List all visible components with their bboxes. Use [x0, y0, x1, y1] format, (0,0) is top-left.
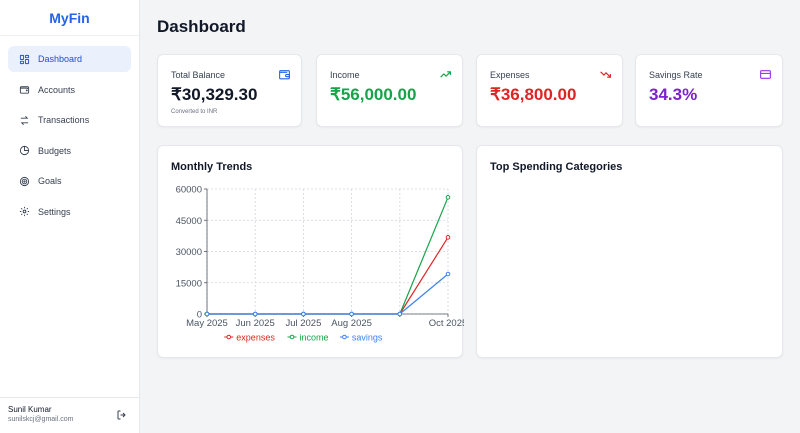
total-balance-card: Total Balance ₹30,329.30 Converted to IN…: [157, 54, 302, 127]
x-tick-label: Jul 2025: [285, 318, 321, 329]
sidebar-item-transactions[interactable]: Transactions: [8, 107, 131, 133]
y-tick-label: 60000: [176, 185, 202, 196]
sidebar-item-dashboard[interactable]: Dashboard: [8, 46, 131, 72]
sidebar-item-label: Settings: [38, 206, 71, 217]
savings-rate-card: Savings Rate 34.3%: [635, 54, 783, 127]
income-line: [207, 197, 449, 315]
pie-chart-icon: [18, 145, 30, 157]
sidebar-item-goals[interactable]: Goals: [8, 168, 131, 194]
y-tick-label: 45000: [176, 216, 202, 227]
stat-label: Income: [330, 70, 360, 80]
stat-label: Expenses: [490, 70, 530, 80]
savings-point: [204, 311, 210, 317]
panel-title: Top Spending Categories: [490, 161, 623, 173]
legend-swatch-marker: [226, 334, 232, 340]
legend-label: income: [300, 332, 329, 342]
logout-icon[interactable]: [116, 409, 128, 421]
legend-swatch-marker: [342, 334, 347, 340]
stat-value: ₹36,800.00: [490, 85, 577, 104]
user-profile: Sunil Kumar sunilskcj@gmail.com: [0, 397, 140, 433]
sidebar-item-settings[interactable]: Settings: [8, 199, 131, 225]
stat-label: Savings Rate: [649, 70, 703, 80]
x-tick-label: Jun 2025: [236, 318, 275, 329]
page-title: Dashboard: [157, 17, 246, 36]
monthly-trends-chart: 015000300004500060000May 2025 Jun 2025 Jul…: [176, 185, 464, 343]
savings-point: [252, 311, 258, 317]
monthly-trends-panel: Monthly Trends 0 15000 30000 45000 60000 May …: [157, 145, 464, 358]
user-name: Sunil Kumar: [8, 405, 52, 414]
target-icon: [18, 175, 30, 187]
stat-label: Total Balance: [171, 70, 226, 80]
expenses-line: [207, 237, 449, 315]
user-email: sunilskcj@gmail.com: [8, 416, 74, 423]
savings-point: [445, 271, 451, 277]
sidebar-item-label: Accounts: [38, 84, 76, 95]
wallet-icon: [18, 84, 30, 96]
legend-swatch-marker: [289, 334, 295, 340]
credit-card-icon: [760, 70, 771, 79]
trending-down-icon: [600, 71, 611, 78]
transfer-arrows-icon: [18, 114, 30, 126]
main-content: Dashboard Total Balance ₹30,329.30 Conve…: [141, 0, 800, 433]
expenses-card: Expenses ₹36,800.00: [476, 54, 623, 127]
savings-point: [301, 311, 306, 317]
y-tick-label: 30000: [176, 247, 202, 258]
stat-value: ₹30,329.30: [171, 85, 258, 104]
sidebar-item-accounts[interactable]: Accounts: [8, 77, 131, 103]
sidebar-item-label: Dashboard: [38, 54, 83, 64]
savings-point: [397, 311, 403, 317]
stat-value: ₹56,000.00: [330, 85, 417, 104]
top-spending-panel: Top Spending Categories: [476, 145, 783, 358]
sidebar-item-budgets[interactable]: Budgets: [8, 138, 131, 164]
wallet-icon: [279, 70, 290, 80]
x-tick-label: Aug 2025: [331, 318, 372, 329]
legend-label: savings: [352, 332, 383, 342]
x-tick-label: May 2025: [186, 318, 228, 329]
legend-label: expenses: [236, 332, 275, 342]
gear-icon: [18, 206, 30, 218]
sidebar-nav: Dashboard Accounts Transactions Budgets …: [0, 36, 139, 225]
sidebar-item-label: Transactions: [38, 115, 90, 125]
trending-up-icon: [440, 71, 451, 78]
expenses-point: [445, 235, 451, 240]
app-logo[interactable]: MyFin: [0, 0, 139, 36]
savings-point: [349, 311, 354, 317]
stat-subtitle: Converted to INR: [171, 109, 218, 115]
sidebar-item-label: Goals: [38, 176, 62, 186]
stat-value: 34.3%: [649, 85, 698, 104]
income-point: [445, 195, 451, 200]
dashboard-icon: [18, 53, 30, 65]
sidebar: MyFin Dashboard Accounts Transactions Bu…: [0, 0, 140, 433]
x-tick-label: Oct 2025: [429, 318, 464, 329]
y-tick-label: 15000: [176, 278, 202, 289]
sidebar-item-label: Budgets: [38, 145, 72, 156]
income-card: Income ₹56,000.00: [316, 54, 463, 127]
